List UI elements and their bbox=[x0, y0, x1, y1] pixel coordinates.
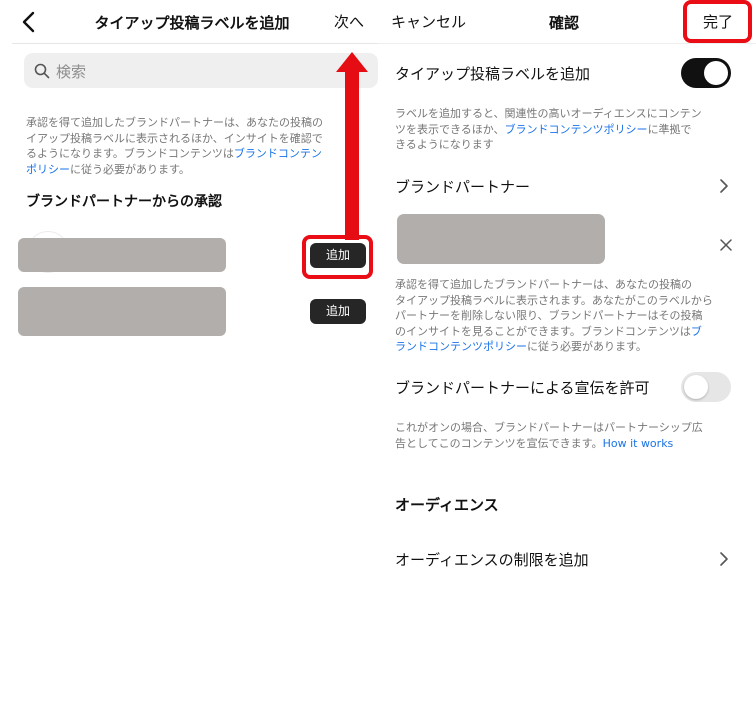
allow-promote-description: これがオンの場合、ブランドパートナーはパートナーシップ広 告としてこのコンテンツ… bbox=[395, 420, 751, 451]
description-line: 承認を得て追加したブランドパートナーは、あなたの投稿の bbox=[395, 278, 692, 291]
paid-partnership-label: タイアップ投稿ラベルを追加 bbox=[395, 65, 591, 83]
description-text: に従う必要があります。 bbox=[70, 162, 190, 176]
cancel-button[interactable]: キャンセル bbox=[391, 11, 466, 32]
description-text: ツを表示できるほか、 bbox=[395, 122, 505, 136]
paid-partnership-description: ラベルを追加すると、関連性の高いオーディエンスにコンテン ツを表示できるほか、ブ… bbox=[395, 106, 751, 153]
how-it-works-link[interactable]: How it works bbox=[603, 437, 674, 450]
page-title: 確認 bbox=[548, 14, 579, 32]
description-text: のインサイトを見ることができます。ブランドコンテンツは bbox=[395, 324, 691, 338]
description-text: るようになります。ブランドコンテンツは bbox=[26, 147, 234, 160]
brand-content-policy-link[interactable]: ポリシー bbox=[26, 163, 70, 176]
close-icon[interactable] bbox=[719, 238, 733, 252]
add-partner-button[interactable]: 追加 bbox=[310, 299, 366, 324]
left-screen: タイアップ投稿ラベルを追加 次へ 検索 承認を得て追加したブランドパートナーは、… bbox=[0, 0, 378, 720]
brand-partner-description: 承認を得て追加したブランドパートナーは、あなたの投稿の タイアップ投稿ラベルに表… bbox=[395, 277, 751, 355]
description-line: 承認を得て追加したブランドパートナーは、あなたの投稿の bbox=[26, 116, 323, 129]
redacted-partner-name bbox=[18, 287, 226, 336]
toggle-knob bbox=[704, 61, 728, 85]
allow-promote-label: ブランドパートナーによる宣伝を許可 bbox=[395, 379, 650, 397]
description-line: ラベルを追加すると、関連性の高いオーディエンスにコンテン bbox=[395, 107, 702, 120]
search-placeholder: 検索 bbox=[56, 63, 87, 81]
audience-section-title: オーディエンス bbox=[395, 496, 499, 514]
annotation-arrow bbox=[345, 68, 359, 240]
highlight-frame-done-button bbox=[683, 0, 752, 43]
header-divider bbox=[12, 43, 378, 44]
audience-restriction-label: オーディエンスの制限を追加 bbox=[395, 551, 589, 569]
search-icon bbox=[34, 63, 50, 79]
chevron-right-icon bbox=[720, 552, 728, 566]
description-line: パートナーを削除しない限り、ブランドパートナーはその投稿 bbox=[395, 309, 703, 322]
paid-partnership-toggle[interactable] bbox=[681, 58, 731, 88]
audience-restriction-row[interactable]: オーディエンスの制限を追加 bbox=[378, 534, 756, 586]
section-title: ブランドパートナーからの承認 bbox=[26, 194, 222, 210]
brand-partner-label: ブランドパートナー bbox=[395, 178, 531, 196]
brand-content-policy-link[interactable]: ブランドコンテンツポリシー bbox=[505, 123, 648, 136]
description-line: タイアップ投稿ラベルに表示されます。あなたがこのラベルから bbox=[395, 293, 713, 307]
redacted-partner-name bbox=[18, 238, 226, 272]
next-button[interactable]: 次へ bbox=[334, 11, 364, 32]
back-arrow-icon[interactable] bbox=[18, 10, 40, 34]
page-title: タイアップ投稿ラベルを追加 bbox=[94, 14, 290, 32]
brand-partner-row[interactable]: ブランドパートナー bbox=[378, 160, 756, 212]
description-text: に準拠で bbox=[647, 122, 692, 136]
highlight-frame-add-button bbox=[302, 235, 373, 279]
description-line: これがオンの場合、ブランドパートナーはパートナーシップ広 bbox=[395, 421, 703, 434]
header-divider bbox=[378, 43, 756, 44]
brand-content-policy-link[interactable]: ブランドコンテン bbox=[234, 147, 322, 160]
chevron-right-icon bbox=[720, 179, 728, 193]
redacted-partner-name bbox=[397, 214, 605, 264]
search-input[interactable]: 検索 bbox=[24, 53, 378, 88]
description-text: に従う必要があります。 bbox=[527, 340, 647, 353]
partner-approval-description: 承認を得て追加したブランドパートナーは、あなたの投稿の イアップ投稿ラベルに表示… bbox=[26, 115, 378, 177]
allow-promote-toggle[interactable] bbox=[681, 372, 731, 402]
toggle-knob bbox=[684, 375, 708, 399]
brand-content-policy-link[interactable]: ブ bbox=[691, 325, 702, 338]
description-text: 告としてこのコンテンツを宣伝できます。 bbox=[395, 436, 603, 450]
brand-content-policy-link[interactable]: ランドコンテンツポリシー bbox=[395, 340, 527, 353]
description-line: イアップ投稿ラベルに表示されるほか、インサイトを確認で bbox=[26, 131, 323, 145]
right-screen: キャンセル 確認 完了 タイアップ投稿ラベルを追加 ラベルを追加すると、関連性の… bbox=[378, 0, 756, 720]
description-line: きるようになります bbox=[395, 138, 494, 151]
